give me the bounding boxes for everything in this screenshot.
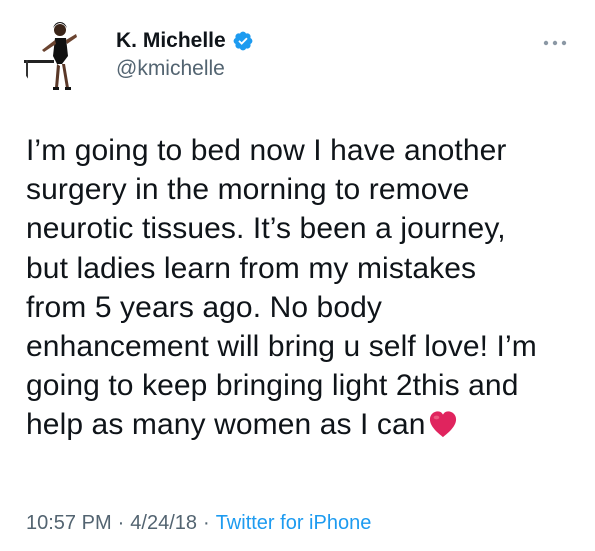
tweet-card: K. Michelle @kmichelle I’m going to bed … (0, 0, 595, 551)
tweet-meta: 10:57 PM · 4/24/18 · Twitter for iPhone (26, 510, 371, 536)
more-options-icon[interactable] (540, 36, 570, 48)
user-handle[interactable]: @kmichelle (116, 56, 254, 82)
tweet-body: I’m going to bed now I have another surg… (26, 131, 581, 449)
tweet-date[interactable]: 4/24/18 (130, 510, 197, 536)
meta-separator: · (117, 512, 125, 534)
tweet-header: K. Michelle @kmichelle (116, 28, 254, 82)
verified-badge-icon (232, 30, 254, 52)
display-name[interactable]: K. Michelle (116, 28, 226, 54)
avatar-dancer-icon (20, 16, 98, 94)
tweet-time[interactable]: 10:57 PM (26, 510, 112, 536)
tweet-text: I’m going to bed now I have another surg… (26, 134, 537, 442)
tweet-source-link[interactable]: Twitter for iPhone (216, 510, 372, 536)
red-heart-icon (428, 409, 458, 448)
avatar[interactable] (20, 16, 98, 94)
name-row: K. Michelle (116, 28, 254, 54)
meta-separator: · (203, 512, 210, 534)
